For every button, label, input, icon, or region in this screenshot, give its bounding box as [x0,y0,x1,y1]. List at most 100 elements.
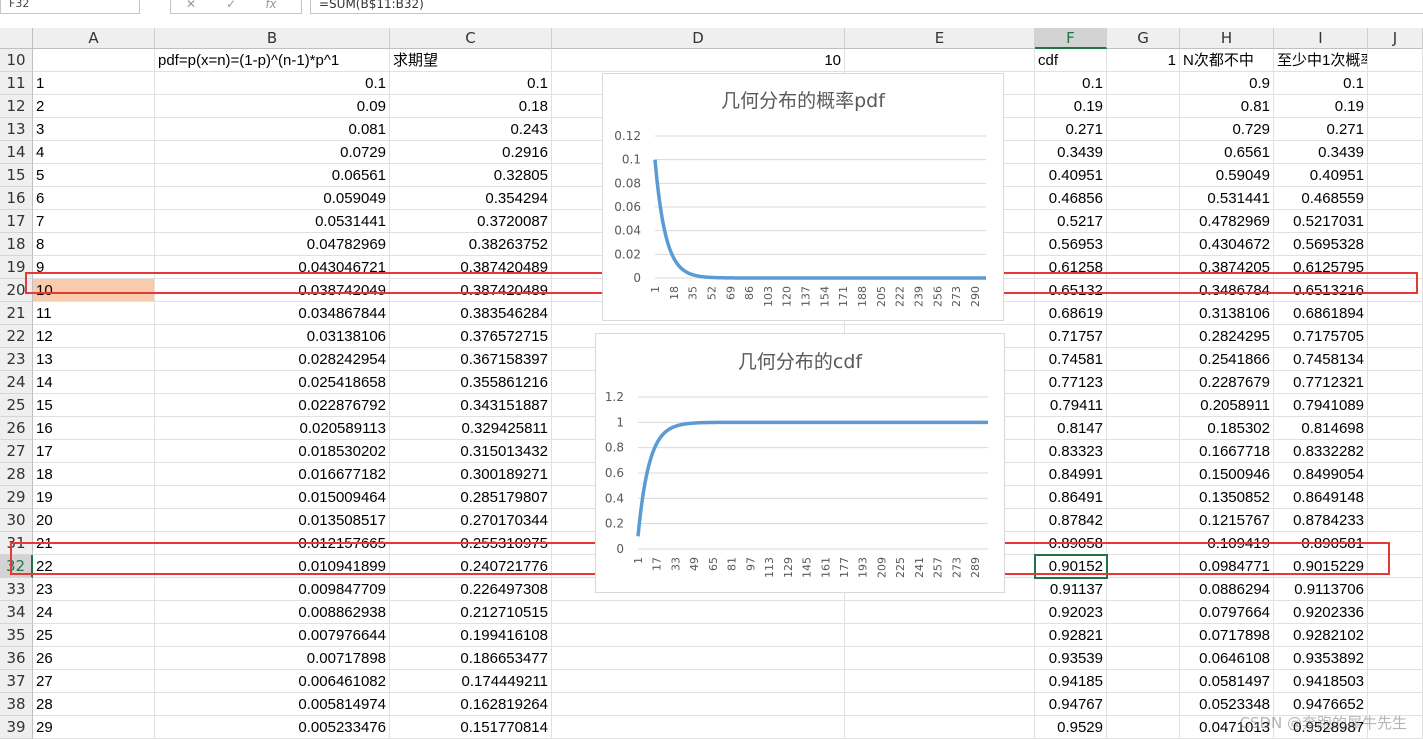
row-header-17[interactable]: 17 [0,210,33,233]
cell-b[interactable]: 0.016677182 [155,463,390,486]
cell-f[interactable]: 0.3439 [1035,141,1107,164]
cell-c[interactable]: 求期望 [390,49,552,72]
cell-h[interactable]: 0.0797664 [1180,601,1274,624]
cell-g[interactable] [1107,72,1180,95]
cell-a[interactable]: 15 [33,394,155,417]
cell-h[interactable]: 0.1215767 [1180,509,1274,532]
cell-c[interactable]: 0.174449211 [390,670,552,693]
cell-j[interactable] [1368,72,1423,95]
cell-j[interactable] [1368,118,1423,141]
cell-b[interactable]: 0.005814974 [155,693,390,716]
cell-b[interactable]: 0.008862938 [155,601,390,624]
cell-c[interactable]: 0.376572715 [390,325,552,348]
cell-f[interactable]: 0.94185 [1035,670,1107,693]
cell-a[interactable]: 5 [33,164,155,187]
cell-h[interactable]: 0.4304672 [1180,233,1274,256]
cell-b[interactable]: 0.025418658 [155,371,390,394]
cell-h[interactable]: 0.729 [1180,118,1274,141]
row-header-26[interactable]: 26 [0,417,33,440]
row-header-11[interactable]: 11 [0,72,33,95]
cell-h[interactable]: 0.4782969 [1180,210,1274,233]
cell-e[interactable] [845,716,1035,739]
cell-j[interactable] [1368,647,1423,670]
cell-a[interactable]: 28 [33,693,155,716]
cell-c[interactable]: 0.3720087 [390,210,552,233]
cell-c[interactable]: 0.367158397 [390,348,552,371]
row-header-29[interactable]: 29 [0,486,33,509]
row-header-30[interactable]: 30 [0,509,33,532]
cell-j[interactable] [1368,509,1423,532]
cell-c[interactable]: 0.186653477 [390,647,552,670]
cell-b[interactable]: 0.006461082 [155,670,390,693]
cell-g[interactable] [1107,95,1180,118]
row-header-39[interactable]: 39 [0,716,33,739]
column-header-i[interactable]: I [1274,28,1368,49]
cell-c[interactable]: 0.151770814 [390,716,552,739]
cell-h[interactable]: 0.6561 [1180,141,1274,164]
cell-f[interactable]: 0.92023 [1035,601,1107,624]
cell-h[interactable]: 0.531441 [1180,187,1274,210]
cell-f[interactable]: 0.271 [1035,118,1107,141]
row-header-16[interactable]: 16 [0,187,33,210]
cell-i[interactable]: 0.1 [1274,72,1368,95]
cell-a[interactable]: 26 [33,647,155,670]
cell-b[interactable]: 0.09 [155,95,390,118]
cell-b[interactable]: 0.020589113 [155,417,390,440]
row-header-28[interactable]: 28 [0,463,33,486]
cell-i[interactable]: 0.8332282 [1274,440,1368,463]
cell-j[interactable] [1368,210,1423,233]
cell-b[interactable]: 0.015009464 [155,486,390,509]
cell-j[interactable] [1368,95,1423,118]
cell-j[interactable] [1368,325,1423,348]
cell-c[interactable]: 0.315013432 [390,440,552,463]
cell-h[interactable]: 0.1500946 [1180,463,1274,486]
cell-f[interactable]: 0.84991 [1035,463,1107,486]
row-header-21[interactable]: 21 [0,302,33,325]
cell-i[interactable]: 0.5695328 [1274,233,1368,256]
cell-a[interactable]: 18 [33,463,155,486]
cell-b[interactable]: 0.005233476 [155,716,390,739]
cell-i[interactable]: 0.468559 [1274,187,1368,210]
cell-h[interactable]: 0.1667718 [1180,440,1274,463]
cell-a[interactable]: 25 [33,624,155,647]
row-header-18[interactable]: 18 [0,233,33,256]
cell-a[interactable]: 13 [33,348,155,371]
cell-d[interactable] [552,601,845,624]
cell-c[interactable]: 0.300189271 [390,463,552,486]
cell-f[interactable]: 0.71757 [1035,325,1107,348]
cell-c[interactable]: 0.354294 [390,187,552,210]
cell-e[interactable] [845,601,1035,624]
cell-d[interactable] [552,670,845,693]
cell-h[interactable]: 0.59049 [1180,164,1274,187]
cell-i[interactable]: 至少中1次概率 [1274,49,1368,72]
cell-a[interactable]: 6 [33,187,155,210]
cell-a[interactable]: 2 [33,95,155,118]
cell-c[interactable]: 0.226497308 [390,578,552,601]
pdf-chart[interactable]: 几何分布的概率pdf 0 0.02 0.04 0.06 0.08 0.1 0.12 1 18 35 5… [602,73,1004,321]
cell-g[interactable] [1107,302,1180,325]
cell-e[interactable] [845,670,1035,693]
row-header-13[interactable]: 13 [0,118,33,141]
cell-f[interactable]: 0.86491 [1035,486,1107,509]
cell-d[interactable] [552,647,845,670]
cell-i[interactable]: 0.8649148 [1274,486,1368,509]
cell-c[interactable]: 0.383546284 [390,302,552,325]
cell-h[interactable]: 0.2541866 [1180,348,1274,371]
column-header-a[interactable]: A [33,28,155,49]
cell-a[interactable]: 17 [33,440,155,463]
cell-g[interactable] [1107,647,1180,670]
cell-c[interactable]: 0.270170344 [390,509,552,532]
cell-g[interactable] [1107,509,1180,532]
cell-i[interactable]: 0.9282102 [1274,624,1368,647]
cell-h[interactable]: 0.0646108 [1180,647,1274,670]
cell-e[interactable] [845,693,1035,716]
row-header-37[interactable]: 37 [0,670,33,693]
column-header-h[interactable]: H [1180,28,1274,49]
cell-f[interactable]: 0.79411 [1035,394,1107,417]
cancel-icon[interactable]: ✕ [171,0,211,10]
cell-f[interactable]: 0.56953 [1035,233,1107,256]
cell-d[interactable]: 10 [552,49,845,72]
cell-g[interactable] [1107,440,1180,463]
cell-i[interactable]: 0.9353892 [1274,647,1368,670]
name-box[interactable]: F32 [0,0,140,14]
